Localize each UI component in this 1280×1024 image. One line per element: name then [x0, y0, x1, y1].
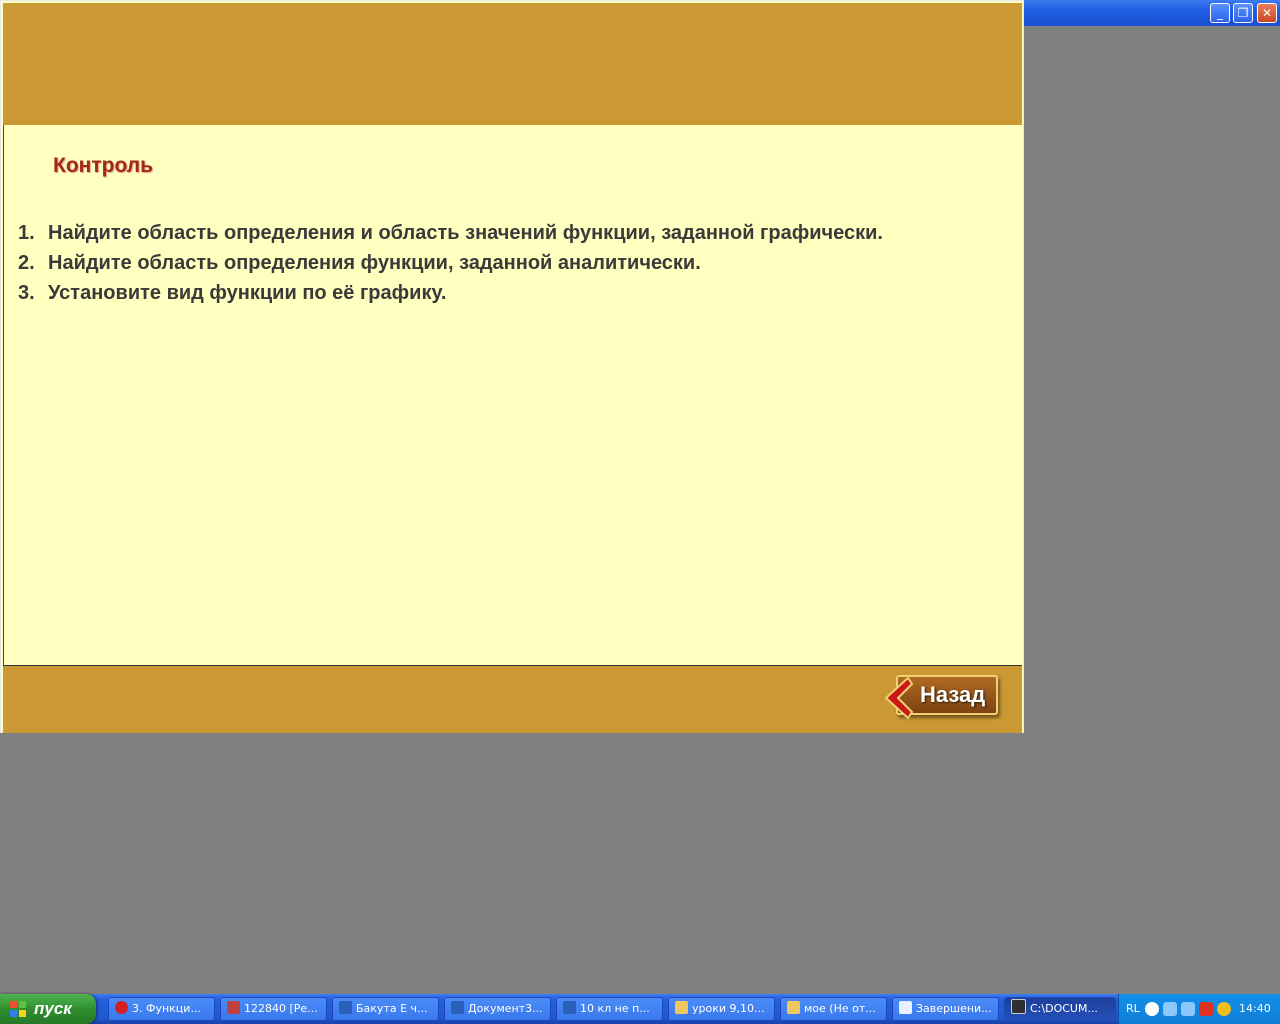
- task-number: 2.: [18, 252, 35, 274]
- taskbar: пуск 3. Функци... 122840 [Ре... Бакута Е…: [0, 994, 1280, 1024]
- taskbar-item-label: C:\DOCUM...: [1030, 1002, 1098, 1015]
- update-icon[interactable]: [1217, 1002, 1231, 1016]
- windows-flag-icon: [10, 1001, 26, 1017]
- language-indicator[interactable]: RL: [1126, 1002, 1140, 1015]
- taskbar-item[interactable]: 3. Функци...: [108, 997, 215, 1021]
- slide-heading: Контроль: [53, 154, 153, 177]
- task-item: 3. Установите вид функции по её графику.: [18, 278, 883, 308]
- word-icon: [563, 1001, 576, 1014]
- taskbar-item[interactable]: мое (Не от...: [780, 997, 887, 1021]
- task-number: 3.: [18, 282, 35, 304]
- taskbar-item[interactable]: Бакута Е ч...: [332, 997, 439, 1021]
- taskbar-item[interactable]: уроки 9,10...: [668, 997, 775, 1021]
- taskbar-item-label: Завершени...: [916, 1002, 992, 1015]
- back-button[interactable]: Назад: [878, 672, 1002, 722]
- taskbar-item-label: Документ3...: [468, 1002, 543, 1015]
- taskbar-item-label: 3. Функци...: [132, 1002, 201, 1015]
- slide-divider: [3, 125, 4, 665]
- opera-icon: [115, 1001, 128, 1014]
- start-button[interactable]: пуск: [0, 994, 96, 1024]
- system-tray: RL 14:40: [1118, 994, 1280, 1024]
- task-item: 2. Найдите область определения функции, з…: [18, 248, 883, 278]
- clock[interactable]: 14:40: [1239, 1002, 1271, 1015]
- taskbar-item[interactable]: 122840 [Ре...: [220, 997, 327, 1021]
- task-list: 1. Найдите область определения и область …: [18, 218, 883, 308]
- slide-header-bar: [3, 3, 1022, 125]
- task-text: Найдите область определения и область зн…: [48, 222, 883, 244]
- taskbar-item[interactable]: Завершени...: [892, 997, 999, 1021]
- start-label: пуск: [34, 999, 72, 1018]
- close-button[interactable]: ✕: [1257, 3, 1277, 23]
- network-icon[interactable]: [1163, 1002, 1177, 1016]
- word-icon: [451, 1001, 464, 1014]
- network-icon[interactable]: [1181, 1002, 1195, 1016]
- task-text: Найдите область определения функции, зад…: [48, 252, 701, 274]
- pdf-icon: [227, 1001, 240, 1014]
- task-number: 1.: [18, 222, 35, 244]
- presentation-slide: Контроль 1. Найдите область определения и…: [0, 0, 1024, 733]
- minimize-button[interactable]: _: [1210, 3, 1230, 23]
- app-icon: [1011, 999, 1026, 1014]
- expand-tray-icon[interactable]: [1145, 1002, 1159, 1016]
- back-arrow-icon: [884, 676, 914, 720]
- taskbar-item-label: 122840 [Ре...: [244, 1002, 318, 1015]
- taskbar-item-label: мое (Не от...: [804, 1002, 876, 1015]
- taskbar-item-label: 10 кл не п...: [580, 1002, 650, 1015]
- word-icon: [339, 1001, 352, 1014]
- folder-icon: [675, 1001, 688, 1014]
- taskbar-item-label: уроки 9,10...: [692, 1002, 765, 1015]
- taskbar-item[interactable]: 10 кл не п...: [556, 997, 663, 1021]
- back-button-label: Назад: [920, 682, 986, 707]
- taskbar-item-active[interactable]: C:\DOCUM...: [1004, 997, 1116, 1021]
- slide-footer-bar: [3, 665, 1022, 733]
- task-item: 1. Найдите область определения и область …: [18, 218, 883, 248]
- task-text: Установите вид функции по её графику.: [48, 282, 447, 304]
- window-icon: [899, 1001, 912, 1014]
- folder-icon: [787, 1001, 800, 1014]
- background-window-titlebar: _ ❐ ✕: [1020, 0, 1280, 26]
- taskbar-item[interactable]: Документ3...: [444, 997, 551, 1021]
- restore-button[interactable]: ❐: [1233, 3, 1253, 23]
- security-alert-icon[interactable]: [1199, 1002, 1213, 1016]
- taskbar-item-label: Бакута Е ч...: [356, 1002, 428, 1015]
